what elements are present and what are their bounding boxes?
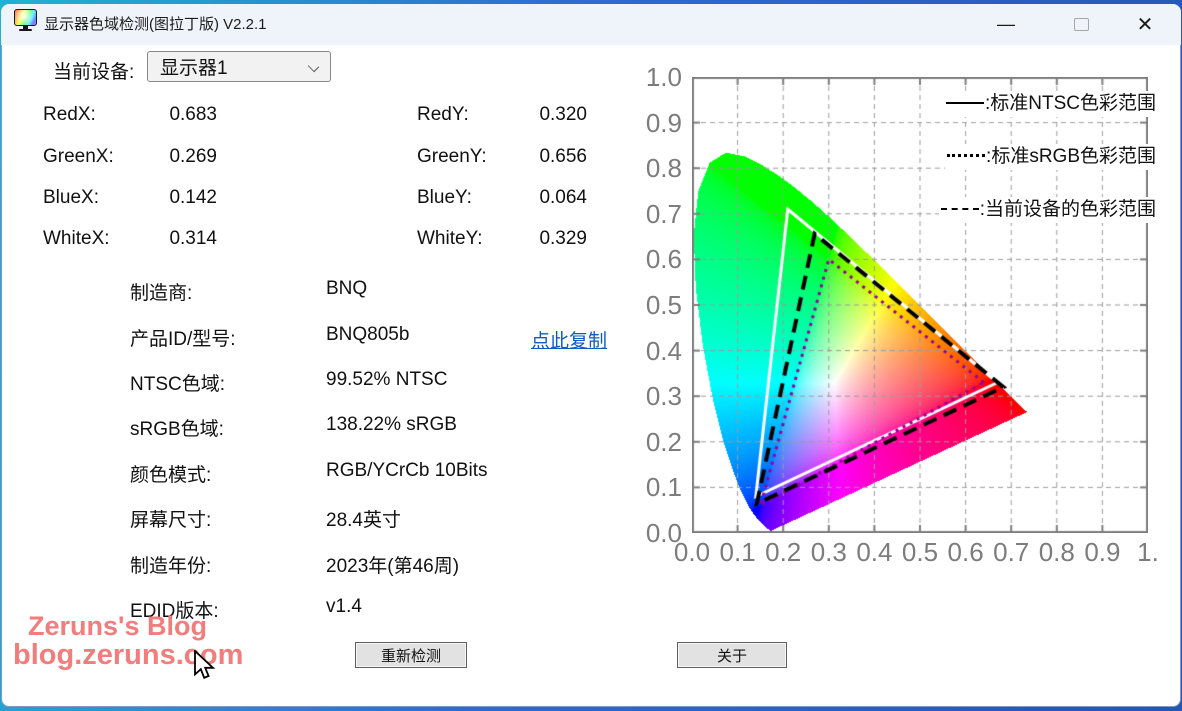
redx-value: 0.683 (125, 104, 217, 126)
bluey-label: BlueY: (417, 187, 472, 209)
manufacturer-label: 制造商: (130, 278, 192, 305)
redx-label: RedX: (43, 104, 96, 126)
y-tick-label: 0.1 (634, 473, 682, 501)
srgb-gamut-value: 138.22% sRGB (326, 414, 457, 436)
manufacturer-value: BNQ (326, 278, 367, 300)
y-tick-label: 0.4 (634, 337, 682, 365)
whitex-value: 0.314 (125, 228, 217, 250)
y-tick-label: 0.6 (634, 245, 682, 273)
ntsc-gamut-label: NTSC色域: (130, 369, 225, 396)
y-tick-label: 0.5 (634, 291, 682, 319)
srgb-gamut-label: sRGB色域: (130, 414, 224, 441)
manufacture-year-label: 制造年份: (130, 551, 211, 578)
redy-value: 0.320 (495, 104, 587, 126)
y-tick-label: 1.0 (634, 63, 682, 91)
legend-line-solid-icon (946, 102, 984, 104)
product-id-label: 产品ID/型号: (130, 324, 236, 351)
device-selector-value: 显示器1 (160, 53, 228, 80)
minimize-icon: — (997, 14, 1015, 35)
whitey-label: WhiteY: (417, 228, 482, 250)
legend-item-device: :当前设备的色彩范围 (939, 197, 1158, 223)
x-tick-label: 1. (1120, 537, 1176, 568)
greenx-value: 0.269 (125, 146, 217, 168)
product-id-value: BNQ805b (326, 324, 409, 346)
legend-item-ntsc: :标准NTSC色彩范围 (944, 91, 1158, 117)
edid-version-value: v1.4 (326, 596, 362, 618)
bluex-label: BlueX: (43, 187, 99, 209)
device-selector-label: 当前设备: (53, 57, 134, 84)
copy-link[interactable]: 点此复制 (531, 326, 607, 353)
y-tick-label: 0.9 (634, 109, 682, 137)
bluey-value: 0.064 (495, 187, 587, 209)
close-icon: ✕ (1137, 12, 1154, 37)
legend-line-dotted-icon (947, 154, 985, 157)
recheck-button[interactable]: 重新检测 (355, 642, 467, 668)
device-selector-dropdown[interactable]: 显示器1 (147, 51, 331, 82)
edid-version-label: EDID版本: (130, 596, 219, 623)
ntsc-gamut-value: 99.52% NTSC (326, 369, 447, 391)
y-tick-label: 0.3 (634, 382, 682, 410)
redy-label: RedY: (417, 104, 469, 126)
greeny-label: GreenY: (417, 146, 487, 168)
close-button[interactable]: ✕ (1115, 4, 1175, 45)
y-axis-tick-labels: 1.00.90.80.70.60.50.40.30.20.10.0 (638, 77, 686, 533)
minimize-button[interactable]: — (976, 4, 1036, 45)
y-tick-label: 0.2 (634, 428, 682, 456)
screen-size-label: 屏幕尺寸: (130, 505, 211, 532)
legend-line-dashed-icon (941, 208, 979, 210)
y-tick-label: 0.8 (634, 154, 682, 182)
color-mode-value: RGB/YCrCb 10Bits (326, 460, 488, 482)
whitey-value: 0.329 (495, 228, 587, 250)
greeny-value: 0.656 (495, 146, 587, 168)
legend-label-srgb: :标准sRGB色彩范围 (986, 146, 1156, 167)
manufacture-year-value: 2023年(第46周) (326, 551, 459, 578)
about-button[interactable]: 关于 (677, 642, 787, 668)
chevron-down-icon (308, 61, 319, 72)
window-title: 显示器色域检测(图拉丁版) V2.2.1 (44, 13, 267, 34)
legend-label-device: :当前设备的色彩范围 (980, 199, 1156, 220)
x-axis-tick-labels: 0.00.10.20.30.40.50.60.70.80.91. (692, 537, 1172, 567)
y-tick-label: 0.7 (634, 200, 682, 228)
color-mode-label: 颜色模式: (130, 460, 211, 487)
whitex-label: WhiteX: (43, 228, 110, 250)
legend-item-srgb: :标准sRGB色彩范围 (945, 144, 1158, 170)
legend-label-ntsc: :标准NTSC色彩范围 (985, 93, 1156, 114)
greenx-label: GreenX: (43, 146, 114, 168)
screen-size-value: 28.4英寸 (326, 505, 401, 532)
maximize-icon (1074, 18, 1089, 31)
maximize-button[interactable] (1051, 4, 1111, 45)
app-icon (14, 9, 37, 31)
bluex-value: 0.142 (125, 187, 217, 209)
monitor-icon (14, 9, 37, 26)
